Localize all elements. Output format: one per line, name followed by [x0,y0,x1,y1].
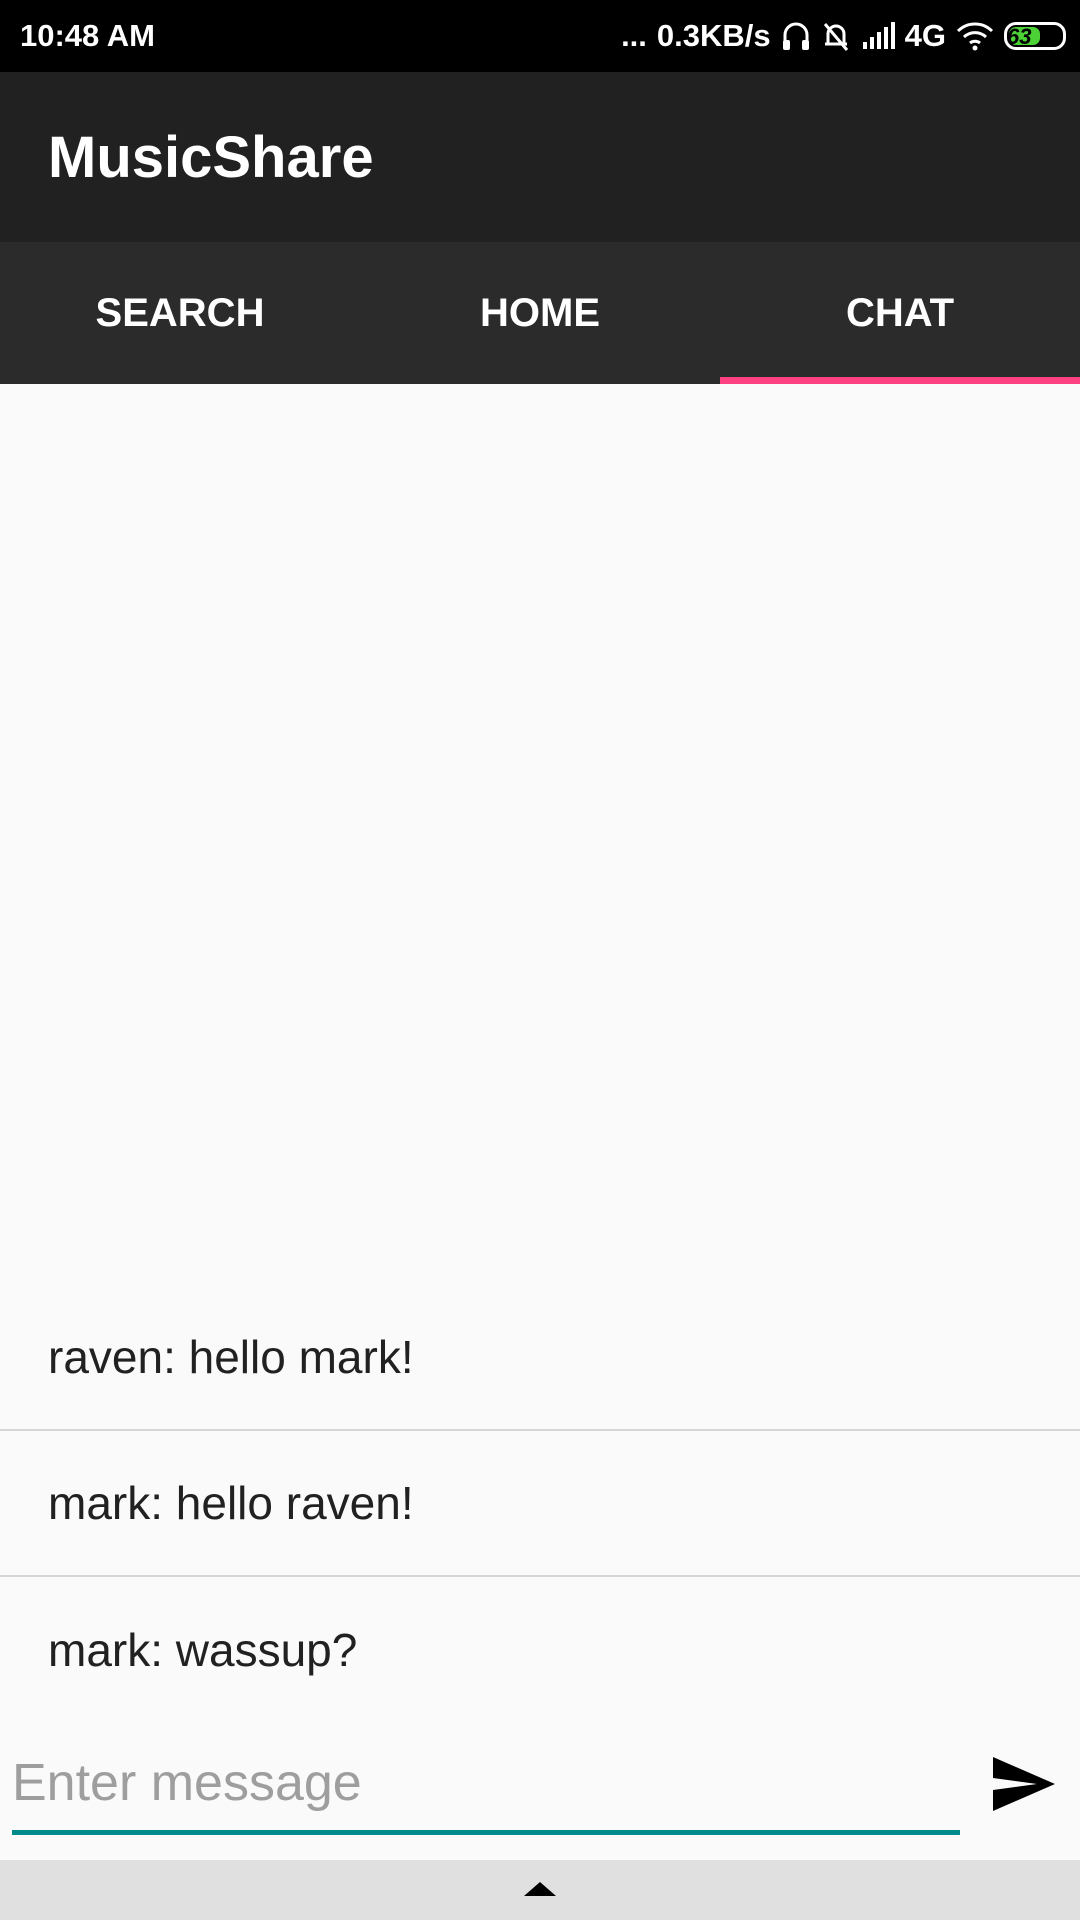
message-input[interactable] [12,1735,960,1835]
bottom-nav-bar [0,1860,1080,1920]
list-item: mark: wassup? [48,1624,358,1676]
tab-home[interactable]: HOME [360,242,720,384]
muted-bell-icon [821,20,851,52]
list-item: mark: hello raven! [0,1431,1080,1577]
battery-level: 63 [1007,24,1032,49]
tab-bar: SEARCH HOME CHAT [0,242,1080,384]
screen: 10:48 AM ... 0.3KB/s 4G 63 MusicShare SE… [0,0,1080,1920]
status-icons: ... 0.3KB/s 4G 63 [621,14,1066,58]
status-time: 10:48 AM [20,18,155,53]
battery-icon: 63 [1004,22,1066,50]
list-item: raven: hello mark! [0,1285,1080,1431]
network-speed: 0.3KB/s [656,18,771,53]
wifi-icon [956,21,994,51]
app-title: MusicShare [48,125,374,190]
app-bar: MusicShare [0,72,1080,242]
signal-icon [861,22,895,50]
network-type: 4G [904,18,946,53]
send-icon [993,1757,1055,1811]
headphones-icon [781,20,811,52]
more-dots: ... [621,18,647,53]
send-button[interactable] [988,1753,1060,1815]
status-bar: 10:48 AM ... 0.3KB/s 4G 63 [0,0,1080,72]
message-list: raven: hello mark! mark: hello raven! ma… [0,1285,1080,1723]
tab-chat[interactable]: CHAT [720,242,1080,384]
tab-search[interactable]: SEARCH [0,242,360,384]
chevron-up-icon[interactable] [524,1882,556,1896]
message-input-row [0,1735,1080,1845]
